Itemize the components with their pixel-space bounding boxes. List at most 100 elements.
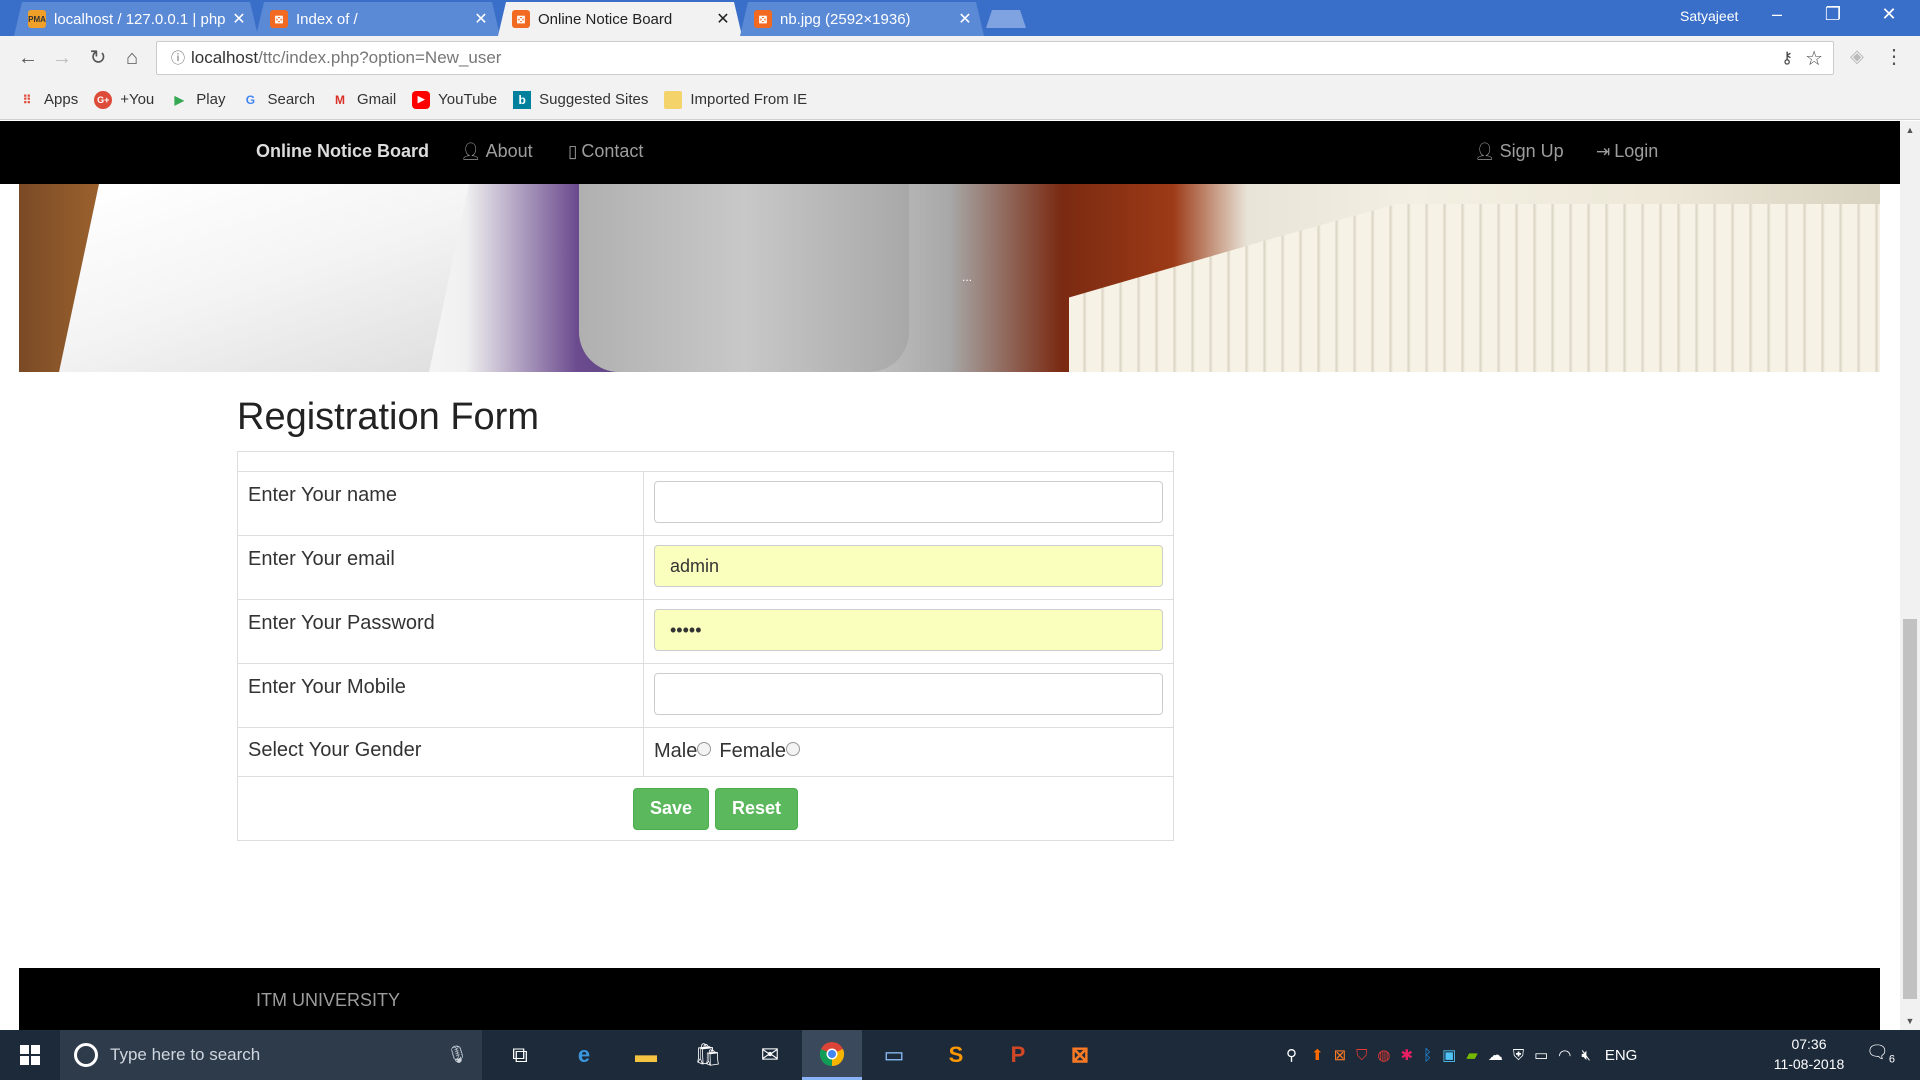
bookmark-plus-you[interactable]: G+ +You (94, 90, 154, 109)
file-explorer-icon[interactable]: ▬ (616, 1030, 676, 1080)
close-icon[interactable]: ✕ (470, 9, 492, 29)
xampp-icon[interactable]: ⊠ (1050, 1030, 1110, 1080)
bookmark-play[interactable]: ▶ Play (170, 91, 226, 109)
scroll-down-icon[interactable]: ▼ (1900, 1016, 1920, 1026)
browser-tab-strip: PMA localhost / 127.0.0.1 | php ✕ ⊠ Inde… (0, 0, 1920, 36)
store-icon[interactable]: 🛍︎ (678, 1030, 738, 1080)
tray-app-icon[interactable]: ✱ (1401, 1046, 1414, 1064)
close-icon[interactable]: ✕ (228, 9, 250, 29)
nav-sign-up[interactable]: 👤︎ Sign Up (1474, 141, 1564, 162)
site-brand[interactable]: Online Notice Board (256, 141, 429, 162)
tray-app-icon[interactable]: ▣ (1442, 1046, 1456, 1064)
email-field[interactable]: admin (654, 545, 1163, 587)
mcafee-icon[interactable]: ⛉ (1356, 1047, 1367, 1064)
taskbar-search-box[interactable]: Type here to search 🎙︎ (60, 1030, 482, 1080)
page-viewport: Online Notice Board 👤︎ About ▯ Contact 👤︎ S… (0, 121, 1900, 1030)
scrollbar-thumb[interactable] (1903, 619, 1917, 999)
nav-about[interactable]: 👤︎ About (460, 141, 533, 162)
extension-icon[interactable]: ◈ (1845, 46, 1869, 70)
bookmark-gmail[interactable]: M Gmail (331, 91, 396, 109)
tab-online-notice-board[interactable]: ⊠ Online Notice Board ✕ (498, 2, 742, 36)
key-icon[interactable]: ⚷ (1781, 48, 1793, 68)
footer-text: ITM UNIVERSITY (256, 990, 401, 1010)
onedrive-icon[interactable]: ☁ (1488, 1046, 1503, 1064)
gender-female-radio[interactable] (786, 741, 801, 756)
windows-start-button[interactable] (0, 1030, 60, 1080)
windows-logo-icon (20, 1045, 40, 1065)
minimize-icon[interactable]: – (1754, 4, 1800, 25)
people-icon[interactable]: ⚲ (1286, 1046, 1297, 1064)
bookmark-apps[interactable]: ⠿ Apps (18, 91, 79, 109)
close-icon[interactable]: ✕ (712, 9, 734, 29)
tab-title: nb.jpg (2592×1936) (780, 10, 911, 28)
gender-option-label: Female (719, 740, 787, 762)
xampp-tray-icon[interactable]: ⊠ (1334, 1046, 1347, 1064)
sublime-text-icon[interactable]: S (926, 1030, 986, 1080)
form-row-gender: Select Your Gender Male Female (238, 728, 1173, 777)
name-field[interactable] (654, 481, 1163, 523)
tab-nb-jpg[interactable]: ⊠ nb.jpg (2592×1936) ✕ (740, 2, 984, 36)
chrome-icon[interactable] (802, 1030, 862, 1080)
taskbar-clock[interactable]: 07:36 11-08-2018 (1764, 1034, 1854, 1074)
close-icon[interactable]: ✕ (954, 9, 976, 29)
nvidia-icon[interactable]: ▰ (1466, 1046, 1478, 1064)
tab-phpmyadmin[interactable]: PMA localhost / 127.0.0.1 | php ✕ (14, 2, 258, 36)
save-button[interactable]: Save (632, 787, 709, 830)
phpmyadmin-icon: PMA (28, 10, 46, 28)
powerpoint-icon[interactable]: P (988, 1030, 1048, 1080)
mobile-field[interactable] (654, 673, 1163, 715)
bookmark-youtube[interactable]: ▶ YouTube (412, 90, 497, 109)
scroll-up-icon[interactable]: ▲ (1900, 125, 1920, 135)
remote-desktop-icon[interactable]: ▭ (864, 1030, 924, 1080)
hero-papers (59, 184, 469, 372)
bookmark-imported-from-ie[interactable]: Imported From IE (664, 90, 807, 109)
xampp-icon: ⊠ (270, 10, 288, 28)
nav-login[interactable]: ⇥ Login (1596, 141, 1658, 162)
close-window-icon[interactable]: ✕ (1866, 4, 1912, 25)
cortana-icon (74, 1043, 98, 1067)
new-tab-button[interactable] (986, 10, 1026, 28)
page-title: Registration Form (237, 396, 539, 438)
tab-title: localhost / 127.0.0.1 | php (54, 10, 226, 28)
info-icon[interactable]: ⓘ (165, 48, 191, 68)
volume-muted-icon[interactable]: 🔇︎ (1581, 1047, 1590, 1064)
battery-icon[interactable]: ▭ (1534, 1046, 1548, 1064)
address-bar[interactable]: ⓘ localhost/ttc/index.php?option=New_use… (156, 41, 1834, 75)
reload-icon[interactable]: ↻ (84, 44, 112, 72)
bluetooth-icon[interactable]: ᛒ (1423, 1047, 1432, 1064)
reset-button[interactable]: Reset (715, 787, 799, 830)
mail-icon[interactable]: ✉ (740, 1030, 800, 1080)
tray-app-icon[interactable]: ◍ (1377, 1046, 1390, 1064)
bookmark-star-icon[interactable]: ☆ (1805, 46, 1823, 71)
tab-title: Index of / (296, 10, 358, 28)
google-plus-icon: G+ (94, 90, 113, 109)
windows-taskbar: Type here to search 🎙︎ ⧉ e ▬ 🛍︎ ✉ ▭ S P … (0, 1030, 1920, 1080)
chrome-menu-icon[interactable]: ⋮ (1884, 44, 1904, 69)
gender-male-radio[interactable] (697, 741, 712, 756)
action-center-icon[interactable]: 🗨︎6 (1866, 1042, 1895, 1066)
profile-name[interactable]: Satyajeet (1680, 8, 1738, 24)
microphone-icon[interactable]: 🎙︎ (446, 1045, 468, 1065)
password-field[interactable]: ••••• (654, 609, 1163, 651)
page-scrollbar[interactable]: ▲ ▼ (1900, 121, 1920, 1030)
browser-toolbar: ← → ↻ ⌂ ⓘ localhost/ttc/index.php?option… (0, 36, 1920, 80)
site-navbar: Online Notice Board 👤︎ About ▯ Contact 👤︎ S… (0, 121, 1900, 184)
upload-icon[interactable]: ⬆ (1311, 1046, 1324, 1064)
task-view-icon[interactable]: ⧉ (490, 1030, 550, 1080)
back-icon[interactable]: ← (14, 44, 42, 72)
form-row-mobile: Enter Your Mobile (238, 664, 1173, 728)
home-icon[interactable]: ⌂ (118, 44, 146, 72)
folder-icon (664, 90, 683, 109)
url-text[interactable]: localhost/ttc/index.php?option=New_user (191, 48, 501, 68)
nav-contact[interactable]: ▯ Contact (568, 141, 643, 162)
tab-index-of[interactable]: ⊠ Index of / ✕ (256, 2, 500, 36)
restore-icon[interactable]: ❐ (1810, 4, 1856, 25)
bookmark-search[interactable]: G Search (241, 91, 315, 109)
language-indicator[interactable]: ENG (1605, 1047, 1638, 1064)
user-icon: 👤︎ (460, 141, 482, 161)
bookmark-suggested-sites[interactable]: b Suggested Sites (513, 90, 648, 109)
security-icon[interactable]: ⛨ (1513, 1047, 1524, 1064)
wifi-icon[interactable]: ◠ (1558, 1046, 1571, 1064)
edge-icon[interactable]: e (554, 1030, 614, 1080)
forward-icon[interactable]: → (48, 44, 76, 72)
